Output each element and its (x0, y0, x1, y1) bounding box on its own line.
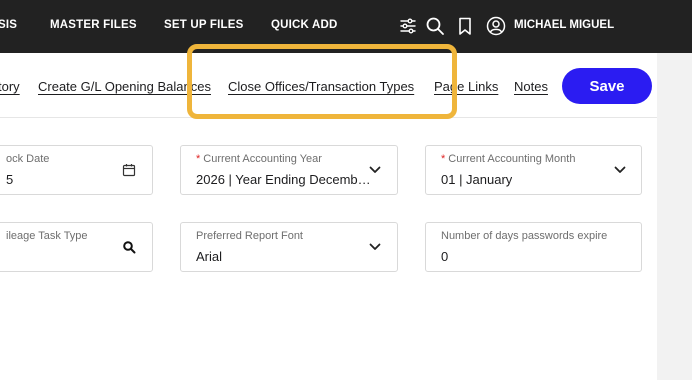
required-marker: * (441, 153, 446, 165)
chevron-down-icon[interactable] (368, 163, 382, 177)
field-label-text: Current Accounting Month (448, 153, 576, 165)
field-value: 01 | January (441, 172, 513, 187)
divider (0, 117, 657, 118)
link-notes[interactable]: Notes (514, 79, 548, 94)
field-value: 0 (441, 249, 449, 264)
preferred-report-font-select[interactable]: Preferred Report Font Arial (180, 222, 398, 272)
search-icon[interactable] (425, 16, 445, 36)
field-label: Preferred Report Font (196, 230, 303, 242)
nav-item-set-up-files[interactable]: SET UP FILES (164, 19, 244, 31)
user-name[interactable]: MICHAEL MIGUEL (514, 19, 614, 31)
link-create-gl-opening-balances[interactable]: Create G/L Opening Balances (38, 79, 211, 94)
search-icon[interactable] (122, 240, 136, 254)
link-history[interactable]: tory (0, 79, 20, 94)
top-navigation-bar: SIS MASTER FILES SET UP FILES QUICK ADD … (0, 0, 692, 53)
field-label: ock Date (6, 153, 50, 165)
save-button[interactable]: Save (562, 68, 652, 104)
user-avatar-icon[interactable] (486, 16, 506, 36)
field-label: ileage Task Type (6, 230, 88, 242)
mileage-task-type-field[interactable]: ileage Task Type (0, 222, 153, 272)
nav-item-sis[interactable]: SIS (0, 19, 17, 31)
nav-item-master-files[interactable]: MASTER FILES (50, 19, 137, 31)
field-label: * Current Accounting Year (196, 153, 322, 165)
field-value: Arial (196, 249, 223, 264)
calendar-icon[interactable] (122, 163, 136, 177)
nav-item-quick-add[interactable]: QUICK ADD (271, 19, 338, 31)
lock-date-field[interactable]: ock Date 5 (0, 145, 153, 195)
current-accounting-month-select[interactable]: * Current Accounting Month 01 | January (425, 145, 642, 195)
link-page-links[interactable]: Page Links (434, 79, 498, 94)
bookmark-icon[interactable] (455, 16, 475, 36)
field-label-text: Current Accounting Year (203, 153, 322, 165)
right-edge-panel (657, 53, 692, 380)
field-value: 5 (6, 172, 14, 187)
current-accounting-year-select[interactable]: * Current Accounting Year 2026 | Year End… (180, 145, 398, 195)
chevron-down-icon[interactable] (613, 163, 627, 177)
link-close-offices-transaction-types[interactable]: Close Offices/Transaction Types (228, 79, 414, 94)
field-label: Number of days passwords expire (441, 230, 608, 242)
field-label: * Current Accounting Month (441, 153, 575, 165)
field-value: 2026 | Year Ending Decembe… (196, 172, 371, 187)
required-marker: * (196, 153, 201, 165)
chevron-down-icon[interactable] (368, 240, 382, 254)
password-expire-days-field[interactable]: Number of days passwords expire 0 (425, 222, 642, 272)
sliders-icon[interactable] (398, 16, 418, 36)
